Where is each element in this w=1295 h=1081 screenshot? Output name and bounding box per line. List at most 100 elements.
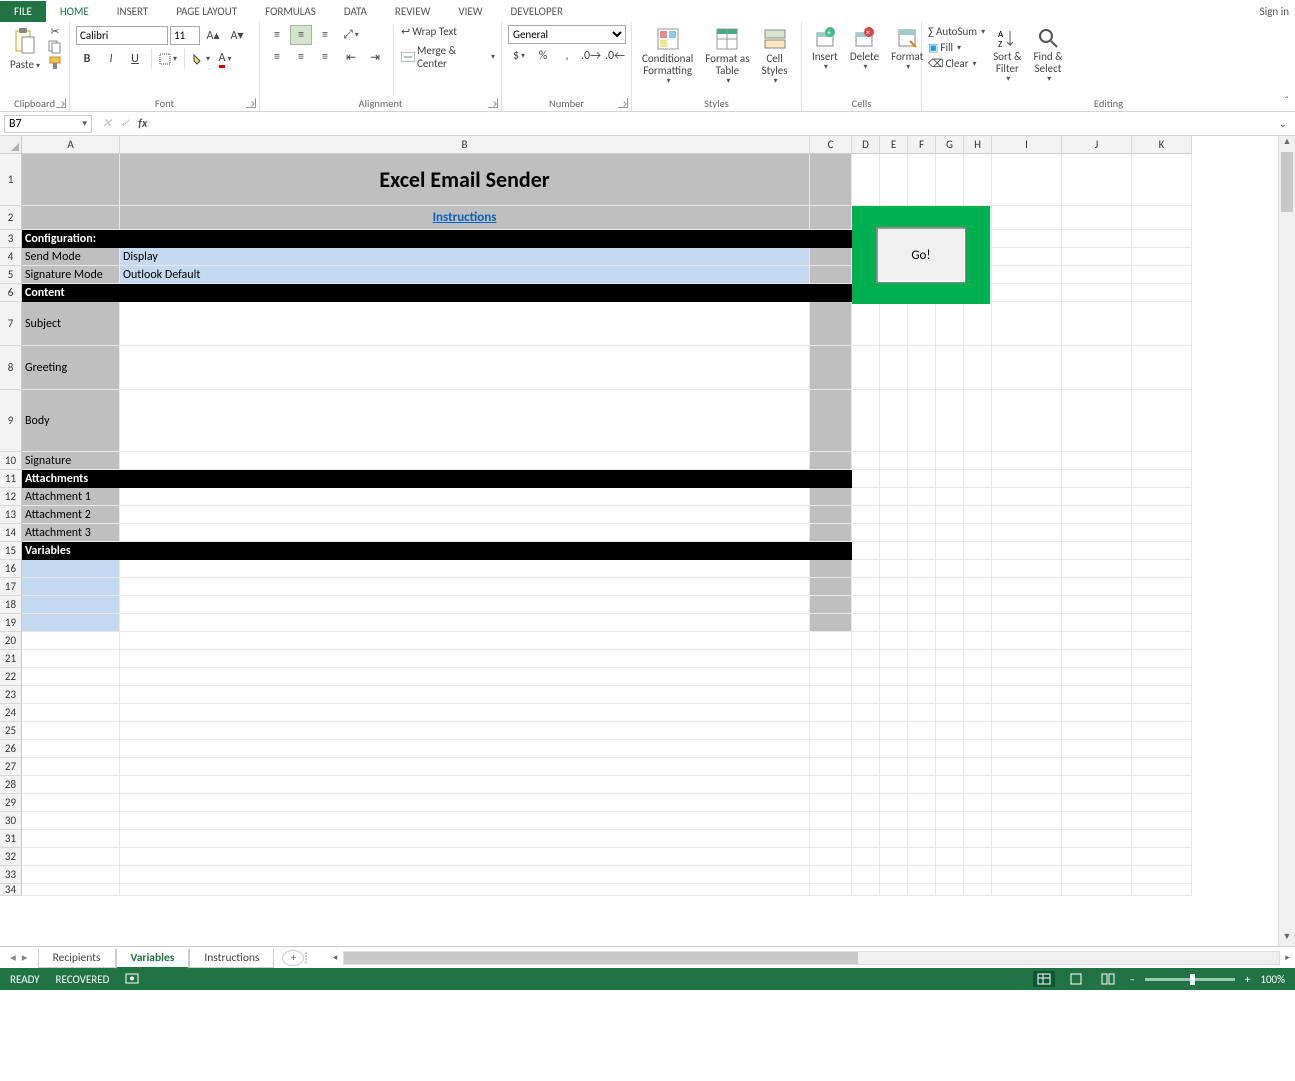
align-left-icon[interactable]: ≡	[266, 47, 288, 67]
cell-B21[interactable]	[120, 650, 810, 668]
cell-C6[interactable]	[810, 284, 852, 302]
cell-C9[interactable]	[810, 390, 852, 452]
cell-E17[interactable]	[880, 578, 908, 596]
cell-B31[interactable]	[120, 830, 810, 848]
cell-D17[interactable]	[852, 578, 880, 596]
cell-B20[interactable]	[120, 632, 810, 650]
cell-K25[interactable]	[1132, 722, 1192, 740]
cell-I28[interactable]	[992, 776, 1062, 794]
cell-B19[interactable]	[120, 614, 810, 632]
alignment-dialog-launcher[interactable]	[488, 98, 498, 108]
row-header-29[interactable]: 29	[0, 794, 22, 812]
cell-B7[interactable]	[120, 302, 810, 346]
row-header-14[interactable]: 14	[0, 524, 22, 542]
cell-B13[interactable]	[120, 506, 810, 524]
cell-E32[interactable]	[880, 848, 908, 866]
underline-button[interactable]: U	[124, 49, 146, 69]
cell-B12[interactable]	[120, 488, 810, 506]
format-as-table-button[interactable]: Format as Table	[701, 25, 753, 88]
cell-G19[interactable]	[936, 614, 964, 632]
cell-E7[interactable]	[880, 302, 908, 346]
cell-K26[interactable]	[1132, 740, 1192, 758]
cell-J26[interactable]	[1062, 740, 1132, 758]
font-color-button[interactable]: A	[214, 49, 236, 69]
border-button[interactable]	[157, 49, 179, 69]
tab-view[interactable]: VIEW	[444, 1, 496, 21]
cell-F11[interactable]	[908, 470, 936, 488]
cell-B33[interactable]	[120, 866, 810, 884]
row-header-19[interactable]: 19	[0, 614, 22, 632]
cell-K22[interactable]	[1132, 668, 1192, 686]
comma-icon[interactable]: ,	[556, 46, 578, 66]
cell-E26[interactable]	[880, 740, 908, 758]
tab-home[interactable]: HOME	[46, 1, 103, 21]
insert-cells-button[interactable]: +Insert	[808, 25, 842, 74]
cell-C20[interactable]	[810, 632, 852, 650]
cell-D30[interactable]	[852, 812, 880, 830]
cell-I22[interactable]	[992, 668, 1062, 686]
cell-J20[interactable]	[1062, 632, 1132, 650]
cell-C22[interactable]	[810, 668, 852, 686]
cell-D11[interactable]	[852, 470, 880, 488]
row-header-23[interactable]: 23	[0, 686, 22, 704]
cell-F27[interactable]	[908, 758, 936, 776]
cell-H22[interactable]	[964, 668, 992, 686]
cell-J1[interactable]	[1062, 154, 1132, 206]
cell-A2[interactable]	[22, 206, 120, 230]
cell-G29[interactable]	[936, 794, 964, 812]
cell-B28[interactable]	[120, 776, 810, 794]
cell-A19[interactable]	[22, 614, 120, 632]
cell-K31[interactable]	[1132, 830, 1192, 848]
sheet-tab-instructions[interactable]: Instructions	[189, 949, 274, 968]
cell-styles-button[interactable]: Cell Styles	[758, 25, 792, 88]
cell-C19[interactable]	[810, 614, 852, 632]
cell-H20[interactable]	[964, 632, 992, 650]
cell-A3[interactable]: Configuration:	[22, 230, 120, 248]
cell-K32[interactable]	[1132, 848, 1192, 866]
align-middle-icon[interactable]: ≡	[290, 25, 312, 45]
cell-H13[interactable]	[964, 506, 992, 524]
cell-C11[interactable]	[810, 470, 852, 488]
cell-I18[interactable]	[992, 596, 1062, 614]
cancel-formula-icon[interactable]: ✕	[102, 116, 112, 131]
cell-B8[interactable]	[120, 346, 810, 390]
cell-F7[interactable]	[908, 302, 936, 346]
cell-H28[interactable]	[964, 776, 992, 794]
cell-C16[interactable]	[810, 560, 852, 578]
cell-A32[interactable]	[22, 848, 120, 866]
cell-A25[interactable]	[22, 722, 120, 740]
bold-button[interactable]: B	[76, 49, 98, 69]
cell-B14[interactable]	[120, 524, 810, 542]
cell-I21[interactable]	[992, 650, 1062, 668]
cell-K1[interactable]	[1132, 154, 1192, 206]
cell-J10[interactable]	[1062, 452, 1132, 470]
cell-B5[interactable]: Outlook Default	[120, 266, 810, 284]
cell-A34[interactable]	[22, 884, 120, 896]
cell-J4[interactable]	[1062, 248, 1132, 266]
cell-H10[interactable]	[964, 452, 992, 470]
zoom-slider[interactable]	[1145, 978, 1235, 981]
cell-D25[interactable]	[852, 722, 880, 740]
cell-G21[interactable]	[936, 650, 964, 668]
merge-center-button[interactable]: Merge & Center	[401, 44, 495, 70]
vertical-scrollbar[interactable]: ▲ ▼	[1278, 136, 1295, 946]
number-dialog-launcher[interactable]	[618, 98, 628, 108]
cell-F32[interactable]	[908, 848, 936, 866]
sort-filter-button[interactable]: AZSort & Filter	[989, 25, 1025, 86]
cell-A29[interactable]	[22, 794, 120, 812]
cell-K10[interactable]	[1132, 452, 1192, 470]
cell-C27[interactable]	[810, 758, 852, 776]
cell-E14[interactable]	[880, 524, 908, 542]
cell-F34[interactable]	[908, 884, 936, 896]
normal-view-icon[interactable]	[1033, 971, 1055, 987]
page-layout-view-icon[interactable]	[1065, 971, 1087, 987]
cell-J14[interactable]	[1062, 524, 1132, 542]
cell-H1[interactable]	[964, 154, 992, 206]
cell-J11[interactable]	[1062, 470, 1132, 488]
cell-H21[interactable]	[964, 650, 992, 668]
cell-J12[interactable]	[1062, 488, 1132, 506]
find-select-button[interactable]: Find & Select	[1030, 25, 1067, 86]
col-header-B[interactable]: B	[120, 136, 810, 154]
zoom-level[interactable]: 100%	[1260, 973, 1285, 986]
cell-G1[interactable]	[936, 154, 964, 206]
